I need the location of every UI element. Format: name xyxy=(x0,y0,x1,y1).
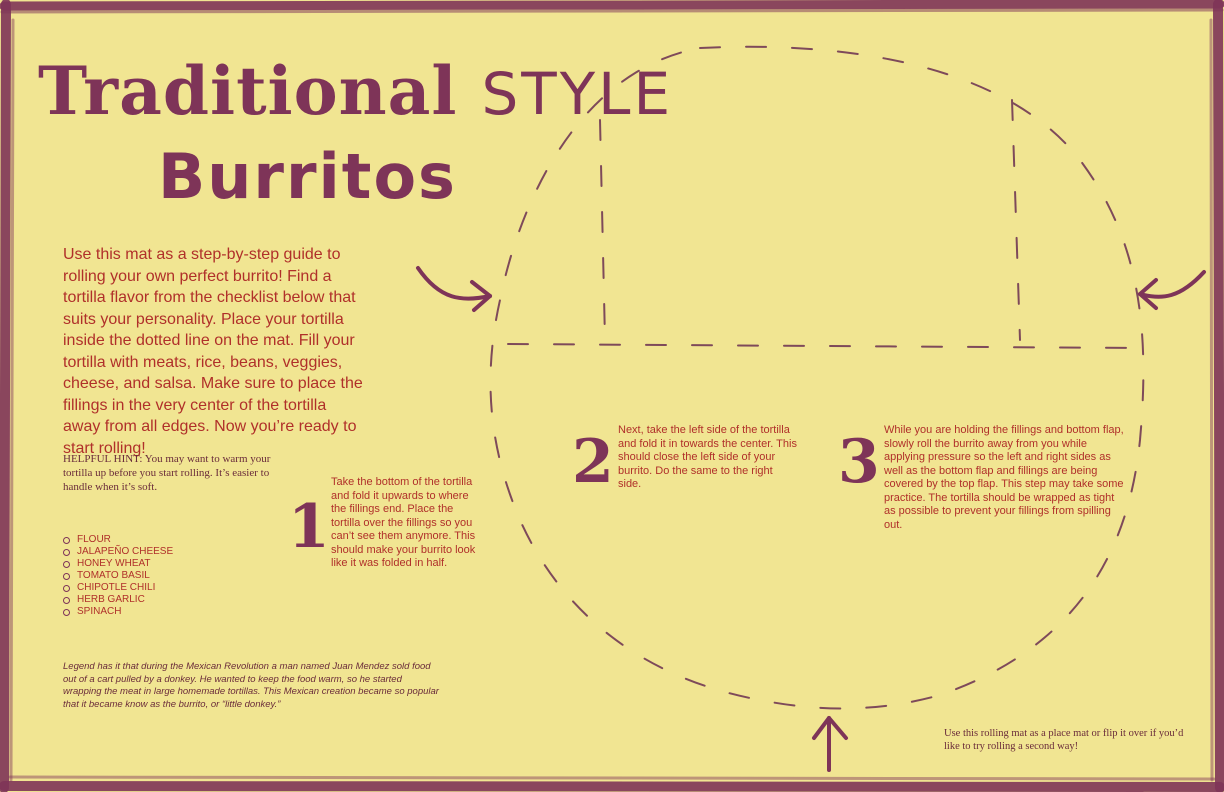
fold-line-left xyxy=(599,119,606,341)
flavor-item[interactable]: JALAPEÑO CHEESE xyxy=(63,546,173,558)
step-3-text: While you are holding the fillings and b… xyxy=(884,424,1124,531)
arrow-up-icon xyxy=(812,716,848,772)
step-3-number: 3 xyxy=(838,427,880,497)
intro-paragraph: Use this mat as a step-by-step guide to … xyxy=(63,246,363,457)
flavor-label: JALAPEÑO CHEESE xyxy=(77,546,174,557)
flavor-item[interactable]: TOMATO BASIL xyxy=(63,570,173,582)
flavor-label: FLOUR xyxy=(77,534,111,545)
burrito-legend: Legend has it that during the Mexican Re… xyxy=(63,661,439,710)
step-1-number: 1 xyxy=(288,492,330,562)
fold-line-right xyxy=(1011,99,1021,341)
checkbox-circle-icon[interactable] xyxy=(63,548,70,556)
step-2-text: Next, take the left side of the tortilla… xyxy=(618,424,797,490)
arrow-left-icon xyxy=(1138,270,1206,310)
checkbox-circle-icon[interactable] xyxy=(63,596,70,604)
checkbox-circle-icon[interactable] xyxy=(63,584,70,592)
flavor-item[interactable]: HERB GARLIC xyxy=(63,594,173,606)
title-line-1: Traditional STYLE xyxy=(38,52,673,130)
checkbox-circle-icon[interactable] xyxy=(63,536,70,544)
flavor-item[interactable]: FLOUR xyxy=(63,534,173,546)
flavor-item[interactable]: HONEY WHEAT xyxy=(63,558,173,570)
flavor-label: SPINACH xyxy=(77,606,122,617)
flavor-label: TOMATO BASIL xyxy=(77,570,150,581)
step-1-text: Take the bottom of the tortilla and fold… xyxy=(331,476,476,569)
checkbox-circle-icon[interactable] xyxy=(63,560,70,568)
arrow-right-icon xyxy=(416,266,492,312)
title-style: STYLE xyxy=(481,60,674,128)
helpful-hint: HELPFUL HINT: You may want to warm your … xyxy=(63,453,271,493)
tortilla-flavor-checklist: FLOUR JALAPEÑO CHEESE HONEY WHEAT TOMATO… xyxy=(63,534,173,618)
flavor-label: HERB GARLIC xyxy=(77,594,145,605)
title-line-2: Burritos xyxy=(158,140,457,213)
checkbox-circle-icon[interactable] xyxy=(63,572,70,580)
tortilla-outline xyxy=(489,45,1145,710)
step-2-number: 2 xyxy=(572,427,614,497)
footnote: Use this rolling mat as a place mat or f… xyxy=(944,728,1184,752)
title-traditional: Traditional xyxy=(38,52,458,130)
flavor-label: CHIPOTLE CHILI xyxy=(77,582,156,593)
checkbox-circle-icon[interactable] xyxy=(63,608,70,616)
flavor-item[interactable]: CHIPOTLE CHILI xyxy=(63,582,173,594)
fold-line-bottom xyxy=(507,343,1141,349)
flavor-label: HONEY WHEAT xyxy=(77,558,151,569)
flavor-item[interactable]: SPINACH xyxy=(63,606,173,618)
